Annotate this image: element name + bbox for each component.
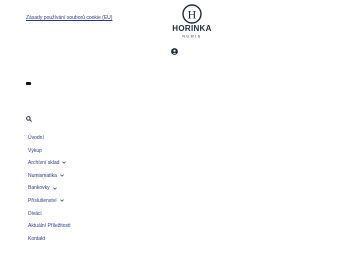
menu-toggle-button[interactable] [26, 72, 31, 85]
nav-item-divaci[interactable]: Diváci [28, 208, 71, 221]
chevron-down-icon [59, 199, 64, 202]
nav-item-label: Diváci [28, 210, 42, 217]
nav-item-kontakt[interactable]: Kontakt [28, 233, 71, 246]
logo-tagline: NUMIS [182, 35, 201, 39]
nav-item-label: Bankovky [28, 185, 50, 192]
logo-graphic: H HORINKA NUMIS [172, 4, 211, 39]
nav-item-vykup[interactable]: Výkup [28, 145, 71, 158]
site-logo[interactable]: H HORINKA NUMIS [172, 3, 212, 39]
chevron-down-icon [60, 174, 64, 177]
nav-item-prislusenstvi[interactable]: Příslušenství [28, 195, 71, 208]
nav-item-label: Archívní sklad [28, 160, 60, 167]
nav-item-uvodni[interactable]: Úvodní [28, 132, 71, 145]
nav-item-aktualni-prilezitosti[interactable]: Aktuální Příležitosti [28, 220, 71, 233]
main-nav: Úvodní Výkup Archívní sklad Numismatika … [28, 132, 71, 245]
nav-item-numismatika[interactable]: Numismatika [28, 170, 71, 183]
nav-item-label: Výkup [28, 147, 42, 154]
nav-item-bankovky[interactable]: Bankovky [28, 182, 71, 195]
user-circle-icon [171, 48, 178, 55]
cookie-policy-link[interactable]: Zásady používání souborů cookie (EU) [26, 15, 112, 21]
nav-item-label: Kontakt [28, 235, 45, 242]
nav-item-archivni-sklad[interactable]: Archívní sklad [28, 157, 71, 170]
chevron-down-icon [52, 186, 57, 190]
logo-name: HORINKA [172, 24, 211, 33]
nav-item-label: Příslušenství [28, 197, 57, 204]
account-button[interactable] [171, 42, 178, 55]
logo-letter: H [188, 7, 197, 21]
nav-item-label: Numismatika [28, 172, 57, 179]
nav-item-label: Úvodní [28, 135, 44, 141]
search-icon [26, 116, 32, 122]
chevron-down-icon [62, 161, 67, 165]
menu-toggle-icon [26, 82, 31, 85]
search-button[interactable] [26, 109, 32, 122]
nav-item-label: Aktuální Příležitosti [28, 223, 71, 230]
